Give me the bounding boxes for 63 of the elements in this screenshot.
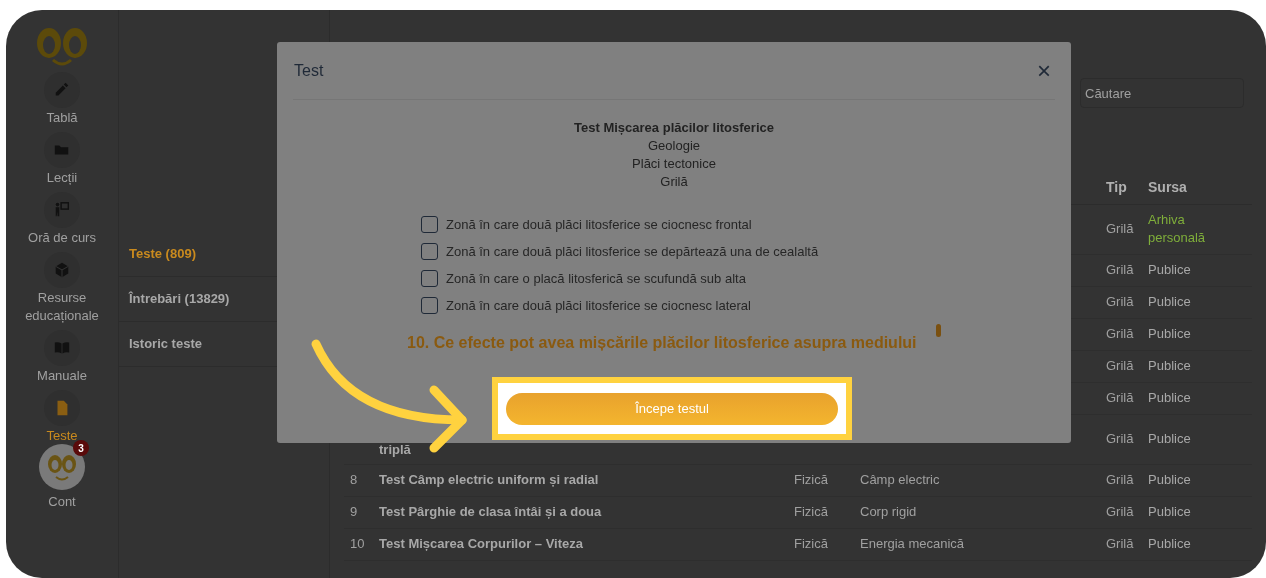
source-text: Publice <box>1148 471 1192 489</box>
checkbox[interactable] <box>421 243 438 260</box>
nav-item[interactable]: Manuale <box>37 367 87 385</box>
chapter-text: Corp rigid <box>860 504 917 520</box>
notification-badge: 3 <box>73 440 89 456</box>
checkbox[interactable] <box>421 297 438 314</box>
checkbox[interactable] <box>421 270 438 287</box>
answer-option[interactable]: Zonă în care două plăci litosferice se ciocnesc lateral <box>446 295 751 316</box>
type-text: Grilă <box>1106 390 1134 406</box>
source-text: Publice <box>1148 535 1192 553</box>
row-number: 9 <box>350 504 358 520</box>
close-button[interactable]: × <box>1037 58 1051 83</box>
source-text: Publice <box>1148 430 1192 448</box>
type-text: Grilă <box>1106 536 1134 552</box>
test-detail: Plăci tectonice <box>632 155 716 173</box>
source-text: Publice <box>1148 325 1192 343</box>
column-header: Sursa <box>1148 179 1187 196</box>
row-number: 10 <box>350 536 365 552</box>
checkbox[interactable] <box>421 216 438 233</box>
type-text: Grilă <box>1106 504 1134 520</box>
test-name: Test Pârghie de clasa întâi și a doua <box>379 504 602 520</box>
nav-item[interactable]: Lecții <box>46 169 78 187</box>
answer-option[interactable]: Zonă în care două plăci litosferice se ciocnesc frontal <box>446 214 752 235</box>
answer-option[interactable]: Zonă în care o placă litosferică se scufundă sub alta <box>446 268 746 289</box>
type-text: Grilă <box>1106 294 1134 310</box>
column-header: Tip <box>1106 179 1127 196</box>
nav-item[interactable]: Oră de curs <box>28 229 96 247</box>
logo-icon <box>35 26 89 68</box>
source-text: Publice <box>1148 503 1192 521</box>
nav-item[interactable]: Cont <box>48 492 76 512</box>
test-name: Test Câmp electric uniform și radial <box>379 472 599 488</box>
test-name: triplă <box>379 442 411 458</box>
source-text: Publice <box>1148 293 1192 311</box>
subject-text: Fizică <box>794 472 828 488</box>
nav-item[interactable]: Resurse educaționale <box>12 289 112 325</box>
type-text: Grilă <box>1106 472 1134 488</box>
answer-option[interactable]: Zonă în care două plăci litosferice se depărtează una de cealaltă <box>446 241 819 262</box>
nav-item[interactable]: Tablă <box>46 109 78 127</box>
source-text: Publice <box>1148 357 1192 375</box>
type-text: Grilă <box>1106 221 1134 237</box>
source-text: Publice <box>1148 261 1192 279</box>
test-title: Test Mișcarea plăcilor litosferice <box>574 119 774 137</box>
subject-text: Fizică <box>794 504 828 520</box>
test-detail: Grilă <box>660 173 688 191</box>
test-detail: Geologie <box>647 137 700 155</box>
subject-text: Fizică <box>794 536 828 552</box>
test-name: Test Mișcarea Corpurilor – Viteza <box>379 536 583 552</box>
type-text: Grilă <box>1106 358 1134 374</box>
type-text: Grilă <box>1106 262 1134 278</box>
avatar-icon[interactable] <box>39 444 85 490</box>
search-field[interactable]: Căutare <box>1080 78 1244 108</box>
chapter-text: Energia mecanică <box>860 536 965 552</box>
source-text: Arhiva personală <box>1148 211 1207 247</box>
cube-icon <box>53 261 71 279</box>
scrollbar-thumb <box>936 324 941 337</box>
dialog-title: Test <box>293 60 324 81</box>
source-text: Publice <box>1148 389 1192 407</box>
question-text: 10. Ce efecte pot avea mișcările plăcilor litosferice asupra mediului <box>407 333 918 353</box>
type-text: Grilă <box>1106 431 1134 447</box>
teacher-icon <box>53 201 71 219</box>
chapter-text: Câmp electric <box>860 472 940 488</box>
row-number: 8 <box>350 472 358 488</box>
type-text: Grilă <box>1106 326 1134 342</box>
